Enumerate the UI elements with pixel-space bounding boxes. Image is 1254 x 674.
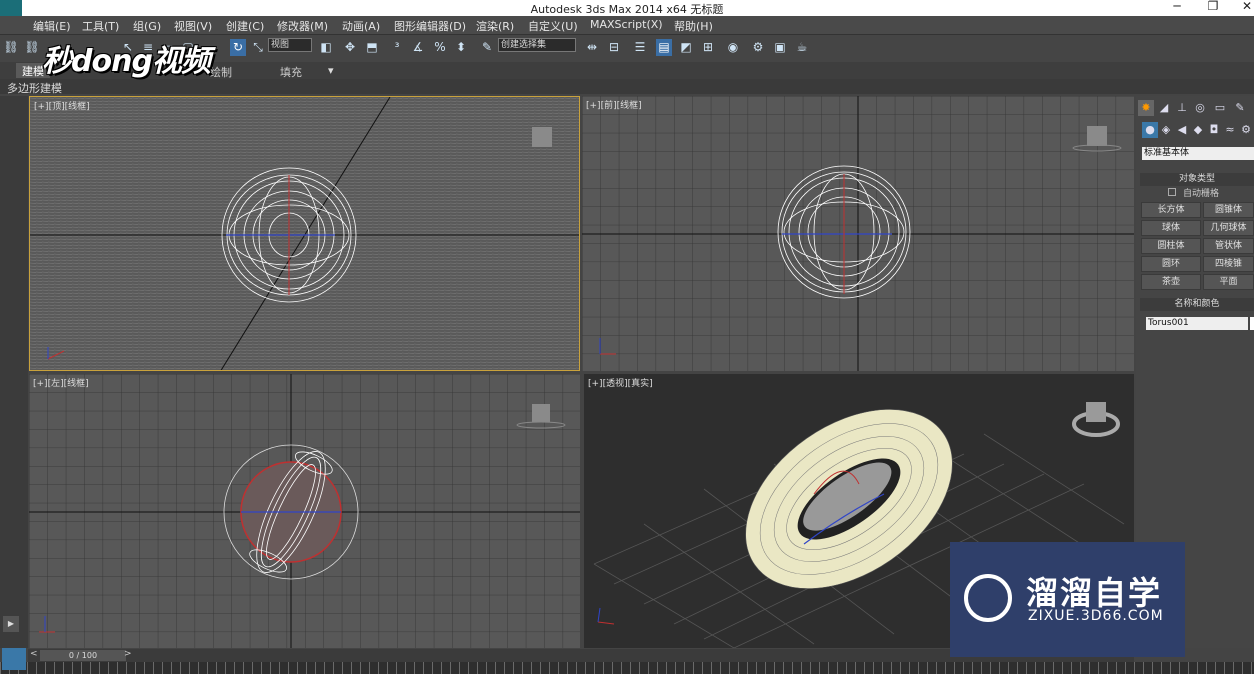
left-tool-strip bbox=[0, 96, 28, 648]
menu-create[interactable]: 创建(C) bbox=[226, 18, 264, 34]
select-scale-icon[interactable]: ⤡ bbox=[250, 39, 266, 56]
category-dropdown[interactable]: 标准基本体 bbox=[1142, 147, 1254, 160]
menu-customize[interactable]: 自定义(U) bbox=[528, 18, 578, 34]
front-viewport-scene bbox=[582, 96, 1134, 371]
title-bar: Autodesk 3ds Max 2014 x64 无标题 ─ ❐ ✕ bbox=[0, 0, 1254, 16]
lights-icon[interactable]: ◀ bbox=[1174, 122, 1190, 138]
autogrid-label: 自动栅格 bbox=[1183, 189, 1220, 199]
ribbon-panel: 多边形建模 bbox=[0, 79, 1254, 96]
select-rotate-icon[interactable]: ↻ bbox=[230, 39, 246, 56]
time-slider-thumb[interactable]: 0 / 100 bbox=[40, 650, 126, 661]
top-viewport-scene bbox=[30, 97, 579, 370]
schematic-view-icon[interactable]: ⊞ bbox=[700, 39, 716, 56]
spinner-snap-icon[interactable]: ⬍ bbox=[453, 39, 469, 56]
trackbar[interactable] bbox=[0, 662, 1254, 674]
display-tab-icon[interactable]: ▭ bbox=[1212, 100, 1228, 116]
sphere-button[interactable]: 球体 bbox=[1141, 220, 1201, 236]
menu-animation[interactable]: 动画(A) bbox=[342, 18, 380, 34]
percent-snap-icon[interactable]: % bbox=[432, 39, 448, 56]
mirror-icon[interactable]: ⇹ bbox=[584, 39, 600, 56]
curve-editor-icon[interactable]: ◩ bbox=[678, 39, 694, 56]
command-panel-tabs: ✸ ◢ ⊥ ◎ ▭ ✎ bbox=[1136, 98, 1254, 116]
menu-rendering[interactable]: 渲染(R) bbox=[476, 18, 514, 34]
time-next-button[interactable]: > bbox=[124, 649, 132, 659]
autogrid-checkbox[interactable] bbox=[1168, 188, 1176, 196]
cone-button[interactable]: 圆锥体 bbox=[1203, 202, 1254, 218]
menu-bar: 编辑(E) 工具(T) 组(G) 视图(V) 创建(C) 修改器(M) 动画(A… bbox=[0, 16, 1254, 35]
snap-3d-icon[interactable]: ³ bbox=[389, 39, 405, 56]
menu-maxscript[interactable]: MAXScript(X) bbox=[590, 18, 663, 31]
polygon-modeling-label[interactable]: 多边形建模 bbox=[7, 80, 62, 96]
link-icon[interactable]: ⛓ bbox=[3, 39, 19, 56]
graphite-toggle-icon[interactable]: ▤ bbox=[656, 39, 672, 56]
create-tab-icon[interactable]: ✸ bbox=[1138, 100, 1154, 116]
unlink-icon[interactable]: ⛓ bbox=[24, 39, 40, 56]
viewport-top-label[interactable]: [+][顶][线框] bbox=[34, 99, 90, 112]
teapot-button[interactable]: 茶壶 bbox=[1141, 274, 1201, 290]
box-button[interactable]: 长方体 bbox=[1141, 202, 1201, 218]
modify-tab-icon[interactable]: ◢ bbox=[1156, 100, 1172, 116]
video-watermark: 秒dong视频 bbox=[42, 44, 211, 79]
named-selection-dropdown[interactable]: 创建选择集 bbox=[498, 38, 576, 52]
layer-manager-icon[interactable]: ☰ bbox=[632, 39, 648, 56]
menu-edit[interactable]: 编辑(E) bbox=[33, 18, 71, 34]
object-color-swatch[interactable] bbox=[1250, 317, 1254, 330]
viewport-front-label[interactable]: [+][前][线框] bbox=[586, 98, 642, 111]
maximize-button[interactable]: ❐ bbox=[1198, 0, 1228, 16]
window-title: Autodesk 3ds Max 2014 x64 无标题 bbox=[530, 3, 724, 16]
utilities-tab-icon[interactable]: ✎ bbox=[1232, 100, 1248, 116]
systems-icon[interactable]: ⚙ bbox=[1238, 122, 1254, 138]
tube-button[interactable]: 管状体 bbox=[1203, 238, 1254, 254]
menu-views[interactable]: 视图(V) bbox=[174, 18, 212, 34]
object-type-rollout[interactable]: 对象类型 bbox=[1140, 173, 1254, 186]
viewport-perspective-label[interactable]: [+][透视][真实] bbox=[588, 376, 653, 389]
viewport-layout-icon[interactable] bbox=[2, 648, 26, 670]
left-viewport-scene bbox=[29, 374, 580, 648]
spacewarps-icon[interactable]: ≈ bbox=[1222, 122, 1238, 138]
viewport-top[interactable]: [+][顶][线框] bbox=[29, 96, 580, 371]
render-teapot-icon[interactable]: ☕ bbox=[794, 39, 810, 56]
pivot-center-icon[interactable]: ◧ bbox=[318, 39, 334, 56]
move-icon[interactable]: ✥ bbox=[342, 39, 358, 56]
ribbon-options-icon[interactable]: ▾ bbox=[328, 64, 334, 77]
geometry-icon[interactable]: ● bbox=[1142, 122, 1158, 138]
name-color-rollout[interactable]: 名称和颜色 bbox=[1140, 298, 1254, 311]
minimize-button[interactable]: ─ bbox=[1162, 0, 1192, 16]
menu-graph-editors[interactable]: 图形编辑器(D) bbox=[394, 18, 466, 34]
menu-help[interactable]: 帮助(H) bbox=[674, 18, 713, 34]
ref-coord-dropdown[interactable]: 视图 bbox=[268, 38, 312, 52]
cylinder-button[interactable]: 圆柱体 bbox=[1141, 238, 1201, 254]
hierarchy-tab-icon[interactable]: ⊥ bbox=[1174, 100, 1190, 116]
expand-panel-button[interactable]: ▶ bbox=[3, 616, 19, 632]
geosphere-button[interactable]: 几何球体 bbox=[1203, 220, 1254, 236]
viewport-left-label[interactable]: [+][左][线框] bbox=[33, 376, 89, 389]
edit-named-selection-icon[interactable]: ✎ bbox=[479, 39, 495, 56]
rendered-frame-icon[interactable]: ▣ bbox=[772, 39, 788, 56]
tab-populate[interactable]: 填充 bbox=[280, 64, 302, 80]
torus-button[interactable]: 圆环 bbox=[1141, 256, 1201, 272]
motion-tab-icon[interactable]: ◎ bbox=[1192, 100, 1208, 116]
time-prev-button[interactable]: < bbox=[30, 649, 38, 659]
close-button[interactable]: ✕ bbox=[1232, 0, 1254, 16]
align-icon[interactable]: ⊟ bbox=[606, 39, 622, 56]
manipulate-icon[interactable]: ⬒ bbox=[364, 39, 380, 56]
plane-button[interactable]: 平面 bbox=[1203, 274, 1254, 290]
brand-url: ZIXUE.3D66.COM bbox=[1028, 608, 1164, 624]
menu-tools[interactable]: 工具(T) bbox=[82, 18, 119, 34]
helpers-icon[interactable]: ◘ bbox=[1206, 122, 1222, 138]
angle-snap-icon[interactable]: ∡ bbox=[410, 39, 426, 56]
menu-modifiers[interactable]: 修改器(M) bbox=[277, 18, 328, 34]
menu-group[interactable]: 组(G) bbox=[133, 18, 161, 34]
material-editor-icon[interactable]: ◉ bbox=[725, 39, 741, 56]
viewport-left[interactable]: [+][左][线框] bbox=[29, 374, 580, 648]
play-logo-icon bbox=[964, 574, 1012, 622]
brand-watermark: 溜溜自学 ZIXUE.3D66.COM bbox=[950, 542, 1185, 657]
tab-paint[interactable]: 绘制 bbox=[210, 64, 232, 80]
cameras-icon[interactable]: ◆ bbox=[1190, 122, 1206, 138]
shapes-icon[interactable]: ◈ bbox=[1158, 122, 1174, 138]
object-name-field[interactable]: Torus001 bbox=[1146, 317, 1248, 330]
pyramid-button[interactable]: 四棱锥 bbox=[1203, 256, 1254, 272]
render-setup-icon[interactable]: ⚙ bbox=[750, 39, 766, 56]
viewport-front[interactable]: [+][前][线框] bbox=[582, 96, 1134, 371]
